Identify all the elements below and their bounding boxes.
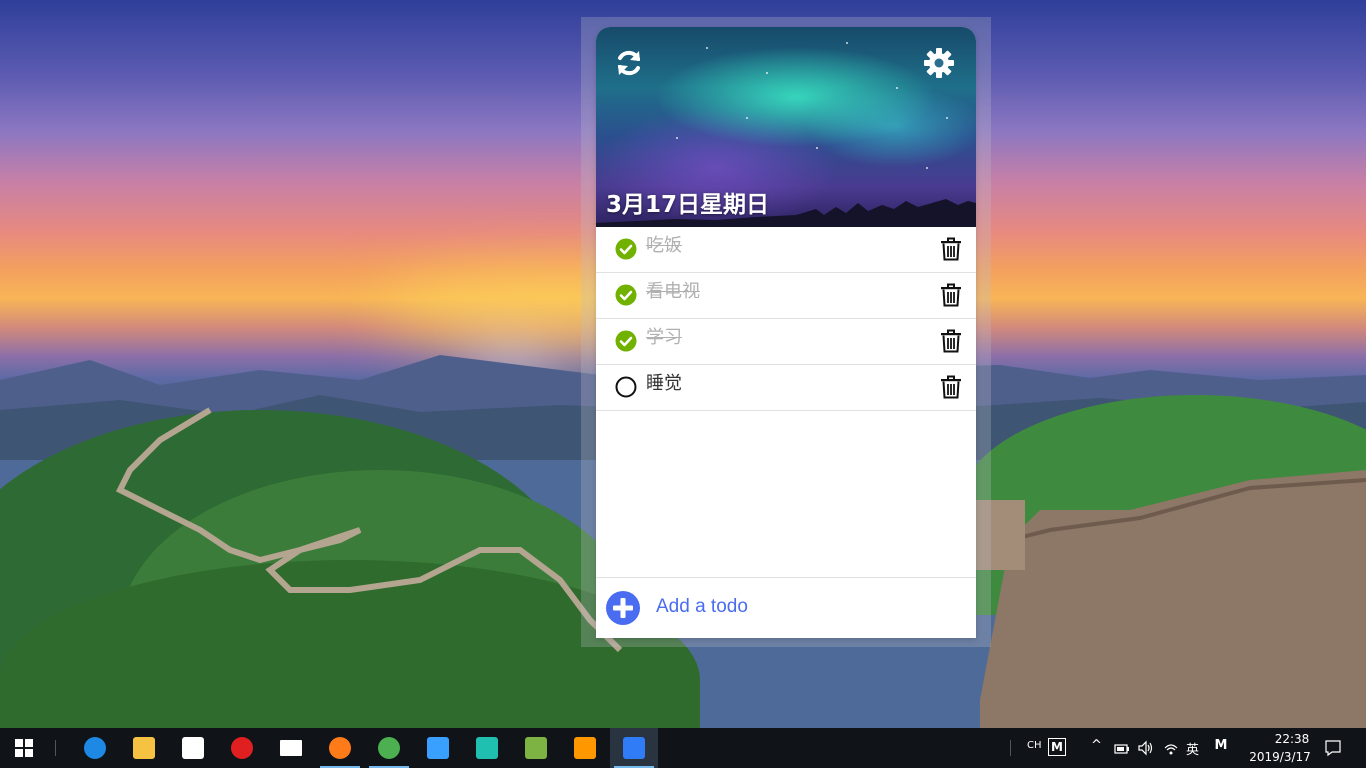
taskbar-webstorm-button[interactable] bbox=[463, 728, 511, 768]
store-icon bbox=[182, 737, 204, 759]
unchecked-circle-icon[interactable] bbox=[615, 376, 637, 398]
todo-text: 吃饭 bbox=[646, 235, 682, 256]
wifi-icon[interactable] bbox=[1163, 740, 1179, 756]
todo-item[interactable]: 吃饭 bbox=[596, 227, 976, 273]
taskbar-netease-music-button[interactable] bbox=[218, 728, 266, 768]
taskbar-mail-button[interactable] bbox=[267, 728, 315, 768]
taskbar-edge-button[interactable] bbox=[71, 728, 119, 768]
taskbar-file-explorer-button[interactable] bbox=[120, 728, 168, 768]
sublime-text-icon bbox=[574, 737, 596, 759]
gear-icon bbox=[924, 48, 954, 78]
netease-music-icon bbox=[231, 737, 253, 759]
clock-time[interactable]: 22:38 bbox=[1256, 732, 1328, 746]
add-icon[interactable] bbox=[605, 590, 641, 626]
todo-text: 睡觉 bbox=[646, 373, 682, 394]
clock-date[interactable]: 2019/3/17 bbox=[1240, 750, 1320, 764]
header-banner: 3月17日星期日 bbox=[596, 27, 976, 227]
checked-circle-icon[interactable] bbox=[615, 330, 637, 352]
photos-icon bbox=[427, 737, 449, 759]
battery-icon[interactable] bbox=[1114, 741, 1130, 755]
file-explorer-icon bbox=[133, 737, 155, 759]
trash-icon[interactable] bbox=[940, 375, 962, 399]
taskbar-firefox-button[interactable] bbox=[316, 728, 364, 768]
add-todo-label[interactable]: Add a todo bbox=[656, 596, 748, 618]
trash-icon[interactable] bbox=[940, 283, 962, 307]
chrome-icon bbox=[378, 737, 400, 759]
taskbar-todo-app-button[interactable] bbox=[610, 728, 658, 768]
checked-circle-icon[interactable] bbox=[615, 284, 637, 306]
settings-button[interactable] bbox=[923, 47, 955, 79]
webstorm-icon bbox=[476, 737, 498, 759]
taskbar-store-button[interactable] bbox=[169, 728, 217, 768]
language-indicator[interactable]: 英 bbox=[1186, 739, 1199, 758]
todo-list: 吃饭 看电视 学习 睡觉 bbox=[596, 227, 976, 411]
notepad-icon bbox=[525, 737, 547, 759]
refresh-button[interactable] bbox=[613, 47, 645, 79]
windows-icon bbox=[15, 739, 33, 757]
mail-icon bbox=[280, 740, 302, 756]
notification-icon[interactable] bbox=[1324, 739, 1342, 757]
add-todo-bar[interactable]: Add a todo bbox=[596, 577, 976, 638]
taskbar-photos-button[interactable] bbox=[414, 728, 462, 768]
todo-item[interactable]: 睡觉 bbox=[596, 365, 976, 411]
firefox-icon bbox=[329, 737, 351, 759]
ime-mode[interactable]: CH bbox=[1027, 740, 1042, 751]
taskbar-sublime-text-button[interactable] bbox=[561, 728, 609, 768]
tray-divider bbox=[1010, 740, 1011, 756]
todo-item[interactable]: 学习 bbox=[596, 319, 976, 365]
taskbar: CH M ^ 英 M 22:38 2019/3/17 bbox=[0, 728, 1366, 768]
refresh-icon bbox=[618, 50, 640, 76]
trash-icon[interactable] bbox=[940, 329, 962, 353]
todo-text: 学习 bbox=[646, 327, 682, 348]
volume-icon[interactable] bbox=[1137, 740, 1153, 756]
start-button[interactable] bbox=[0, 728, 48, 768]
todo-app-icon bbox=[623, 737, 645, 759]
taskbar-chrome-button[interactable] bbox=[365, 728, 413, 768]
todo-item[interactable]: 看电视 bbox=[596, 273, 976, 319]
trash-icon[interactable] bbox=[940, 237, 962, 261]
checked-circle-icon[interactable] bbox=[615, 238, 637, 260]
date-title: 3月17日星期日 bbox=[606, 192, 770, 218]
todo-text: 看电视 bbox=[646, 281, 700, 302]
ime-icon[interactable]: M bbox=[1048, 738, 1066, 756]
ime-icon-2[interactable]: M bbox=[1213, 738, 1229, 754]
todo-app-window: 3月17日星期日 吃饭看电视学习睡觉 Add a todo bbox=[596, 27, 976, 638]
edge-icon bbox=[84, 737, 106, 759]
taskbar-notepad-button[interactable] bbox=[512, 728, 560, 768]
show-hidden-icons-icon[interactable]: ^ bbox=[1091, 738, 1102, 753]
taskbar-divider bbox=[55, 740, 56, 756]
